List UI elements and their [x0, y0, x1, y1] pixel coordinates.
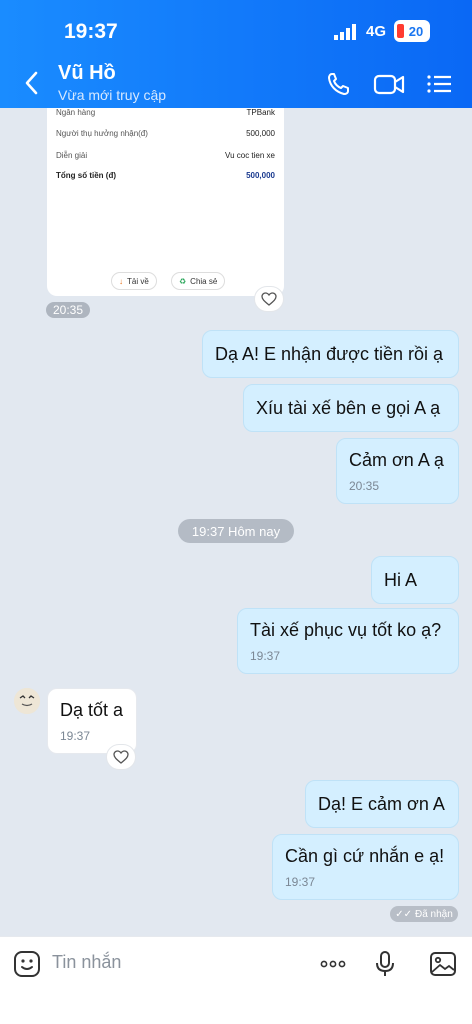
message-text: Cảm ơn A ạ	[349, 449, 444, 470]
avatar-image	[14, 688, 40, 714]
message-time: 19:37	[60, 728, 91, 743]
battery-icon: 20	[394, 20, 430, 42]
message-bubble[interactable]: Cảm ơn A ạ 20:35	[336, 438, 459, 504]
message-text: Hi A	[384, 569, 418, 590]
more-dots-icon[interactable]	[318, 949, 348, 979]
network-type: 4G	[366, 23, 387, 40]
receipt-row-label: Ngân hàng	[56, 108, 96, 117]
seen-label: Đã nhận	[414, 908, 453, 920]
download-label: Tải về	[127, 276, 149, 286]
heart-icon	[261, 292, 277, 306]
contact-name[interactable]: Vũ Hồ	[58, 62, 116, 85]
message-text: Dạ! E cảm ơn A	[318, 793, 445, 814]
receipt-time: 20:35	[46, 302, 91, 318]
message-text: Xíu tài xế bên e gọi A ạ	[256, 397, 441, 418]
message-text: Tài xế phục vụ tốt ko ạ?	[250, 619, 442, 640]
signal-icon	[334, 24, 356, 40]
receipt-row: Người thụ hưởng nhận(đ) 500,000	[56, 129, 275, 138]
message-bubble[interactable]: Tài xế phục vụ tốt ko ạ? 19:37	[237, 608, 459, 674]
chat-header: 19:37 4G 20 Vũ Hồ Vừa mới truy cập	[0, 0, 472, 108]
transfer-receipt-image[interactable]: Ngân hàng TPBank Người thụ hưởng nhận(đ)…	[47, 108, 284, 296]
message-time: 19:37	[285, 874, 316, 889]
status-time: 19:37	[64, 20, 118, 43]
receipt-total-value: 500,000	[246, 171, 275, 180]
video-icon[interactable]	[372, 70, 406, 98]
message-bubble[interactable]: Hi A	[371, 556, 459, 604]
receipt-row-value: 500,000	[246, 129, 275, 138]
seen-status: ✓✓ Đã nhận	[390, 906, 458, 922]
message-input[interactable]: Tin nhắn	[52, 952, 292, 976]
heart-icon	[113, 750, 129, 764]
receipt-row-label: Diễn giải	[56, 151, 88, 160]
avatar[interactable]	[14, 688, 40, 714]
list-icon[interactable]	[424, 70, 454, 98]
share-button[interactable]: ♻ Chia sẻ	[171, 272, 226, 290]
receipt-row-value: Vu coc tien xe	[225, 151, 275, 160]
double-check-icon: ✓✓	[395, 908, 412, 920]
message-bubble[interactable]: Xíu tài xế bên e gọi A ạ	[243, 384, 459, 432]
message-bubble[interactable]: Cần gì cứ nhắn e ạ! 19:37	[272, 834, 459, 900]
sticker-icon[interactable]	[12, 949, 42, 979]
receipt-total-row: Tổng số tiền (đ) 500,000	[56, 171, 275, 180]
day-separator: 19:37 Hôm nay	[178, 519, 294, 543]
image-icon[interactable]	[428, 949, 458, 979]
microphone-icon[interactable]	[370, 949, 400, 979]
message-text: Dạ A! E nhận được tiền rồi ạ	[215, 343, 443, 364]
message-text: Cần gì cứ nhắn e ạ!	[285, 845, 445, 866]
heart-react-button[interactable]	[106, 744, 136, 770]
heart-react-button[interactable]	[254, 286, 284, 312]
receipt-row: Diễn giải Vu coc tien xe	[56, 151, 275, 160]
receipt-row-label: Người thụ hưởng nhận(đ)	[56, 129, 148, 138]
message-text: Dạ tốt a	[60, 699, 124, 720]
receipt-row-value: TPBank	[246, 108, 275, 117]
share-icon: ♻	[179, 276, 187, 286]
download-icon: ↓	[119, 276, 123, 286]
receipt-row: Ngân hàng TPBank	[56, 108, 275, 117]
message-time: 19:37	[250, 648, 281, 663]
share-label: Chia sẻ	[190, 276, 218, 286]
message-bubble[interactable]: Dạ! E cảm ơn A	[305, 780, 459, 828]
message-input-bar: Tin nhắn	[0, 936, 472, 1024]
phone-icon[interactable]	[324, 70, 354, 98]
message-bubble[interactable]: Dạ A! E nhận được tiền rồi ạ	[202, 330, 459, 378]
contact-status: Vừa mới truy cập	[58, 87, 167, 103]
battery-level: 20	[408, 23, 424, 39]
message-time: 20:35	[349, 478, 380, 493]
download-button[interactable]: ↓ Tải về	[111, 272, 157, 290]
receipt-total-label: Tổng số tiền (đ)	[56, 171, 116, 180]
chevron-left-icon[interactable]	[20, 68, 44, 98]
